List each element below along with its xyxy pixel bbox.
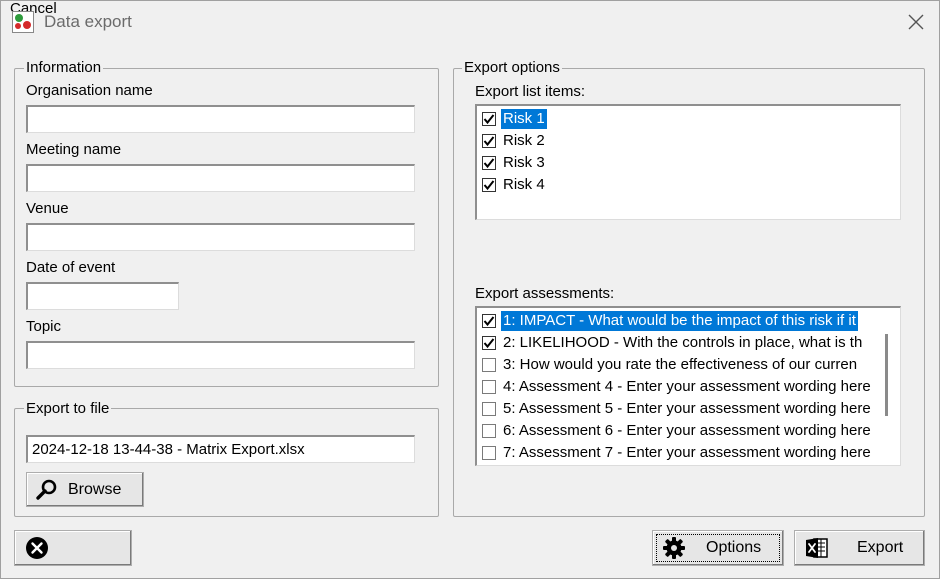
options-button[interactable]: Options xyxy=(652,530,784,566)
magnifier-icon xyxy=(35,478,59,502)
meeting-name-label: Meeting name xyxy=(26,141,122,158)
assessment-3-checkbox[interactable] xyxy=(482,358,496,372)
export-list-items-listbox[interactable]: Risk 1 Risk 2 Risk 3 Risk 4 xyxy=(475,104,901,220)
assessment-label: 5: Assessment 5 - Enter your assessment … xyxy=(503,400,871,417)
cancel-x-icon xyxy=(25,536,49,560)
risk-2-checkbox[interactable] xyxy=(482,134,496,148)
risk-4-checkbox[interactable] xyxy=(482,178,496,192)
assessment-label: 1: IMPACT - What would be the impact of … xyxy=(501,311,858,331)
assessment-item-3[interactable]: 3: How would you rate the effectiveness … xyxy=(477,354,877,376)
export-options-legend: Export options xyxy=(462,59,562,76)
list-item-label: Risk 2 xyxy=(503,132,545,149)
app-icon xyxy=(12,11,34,33)
topic-label: Topic xyxy=(26,318,62,335)
risk-1-checkbox[interactable] xyxy=(482,112,496,126)
assessment-label: 2: LIKELIHOOD - With the controls in pla… xyxy=(503,334,863,351)
export-assessments-listbox[interactable]: 1: IMPACT - What would be the impact of … xyxy=(475,306,901,466)
assessment-7-checkbox[interactable] xyxy=(482,446,496,460)
list-item-label: Risk 3 xyxy=(503,154,545,171)
check-icon xyxy=(483,338,495,349)
export-file-path-input[interactable] xyxy=(26,435,415,463)
export-button-label: Export xyxy=(857,539,904,556)
options-button-label: Options xyxy=(706,539,762,556)
assessment-item-4[interactable]: 4: Assessment 4 - Enter your assessment … xyxy=(477,376,877,398)
assessments-scrollbar-thumb[interactable] xyxy=(885,334,888,416)
check-icon xyxy=(483,136,495,147)
list-item-label: Risk 4 xyxy=(503,176,545,193)
assessment-4-checkbox[interactable] xyxy=(482,380,496,394)
export-list-items-label: Export list items: xyxy=(475,83,586,100)
assessment-label: 3: How would you rate the effectiveness … xyxy=(503,356,858,373)
organisation-name-input[interactable] xyxy=(26,105,415,133)
meeting-name-input[interactable] xyxy=(26,164,415,192)
export-to-file-legend: Export to file xyxy=(24,400,112,417)
list-item-risk-2[interactable]: Risk 2 xyxy=(477,130,900,152)
close-icon xyxy=(908,14,924,30)
venue-label: Venue xyxy=(26,200,69,217)
close-button[interactable] xyxy=(904,10,928,34)
assessment-item-6[interactable]: 6: Assessment 6 - Enter your assessment … xyxy=(477,420,877,442)
assessment-2-checkbox[interactable] xyxy=(482,336,496,350)
assessment-1-checkbox[interactable] xyxy=(482,314,496,328)
list-item-risk-1[interactable]: Risk 1 xyxy=(477,108,900,130)
check-icon xyxy=(483,114,495,125)
assessment-item-7[interactable]: 7: Assessment 7 - Enter your assessment … xyxy=(477,442,877,464)
list-item-risk-3[interactable]: Risk 3 xyxy=(477,152,900,174)
venue-input[interactable] xyxy=(26,223,415,251)
date-of-event-label: Date of event xyxy=(26,259,116,276)
check-icon xyxy=(483,316,495,327)
cancel-button[interactable] xyxy=(14,530,132,566)
risk-3-checkbox[interactable] xyxy=(482,156,496,170)
window-title: Data export xyxy=(44,12,132,31)
list-item-label: Risk 1 xyxy=(501,109,547,129)
assessment-item-5[interactable]: 5: Assessment 5 - Enter your assessment … xyxy=(477,398,877,420)
check-icon xyxy=(483,158,495,169)
assessment-label: 7: Assessment 7 - Enter your assessment … xyxy=(503,444,871,461)
assessment-6-checkbox[interactable] xyxy=(482,424,496,438)
information-legend: Information xyxy=(24,59,104,76)
organisation-name-label: Organisation name xyxy=(26,82,153,99)
excel-icon xyxy=(805,536,829,560)
assessment-5-checkbox[interactable] xyxy=(482,402,496,416)
browse-button-label: Browse xyxy=(68,480,122,498)
list-item-risk-4[interactable]: Risk 4 xyxy=(477,174,900,196)
assessment-label: 6: Assessment 6 - Enter your assessment … xyxy=(503,422,871,439)
title-bar: Data export xyxy=(0,0,940,46)
options-focus-ring: Options xyxy=(656,534,780,562)
topic-input[interactable] xyxy=(26,341,415,369)
date-of-event-input[interactable] xyxy=(26,282,179,310)
check-icon xyxy=(483,180,495,191)
assessments-list: 1: IMPACT - What would be the impact of … xyxy=(477,310,877,464)
export-assessments-label: Export assessments: xyxy=(475,285,615,302)
browse-button[interactable]: Browse xyxy=(26,472,144,507)
assessment-item-2[interactable]: 2: LIKELIHOOD - With the controls in pla… xyxy=(477,332,877,354)
gear-icon xyxy=(662,536,686,560)
assessment-label: 4: Assessment 4 - Enter your assessment … xyxy=(503,378,871,395)
assessment-item-1[interactable]: 1: IMPACT - What would be the impact of … xyxy=(477,310,877,332)
export-button[interactable]: Export xyxy=(794,530,925,566)
